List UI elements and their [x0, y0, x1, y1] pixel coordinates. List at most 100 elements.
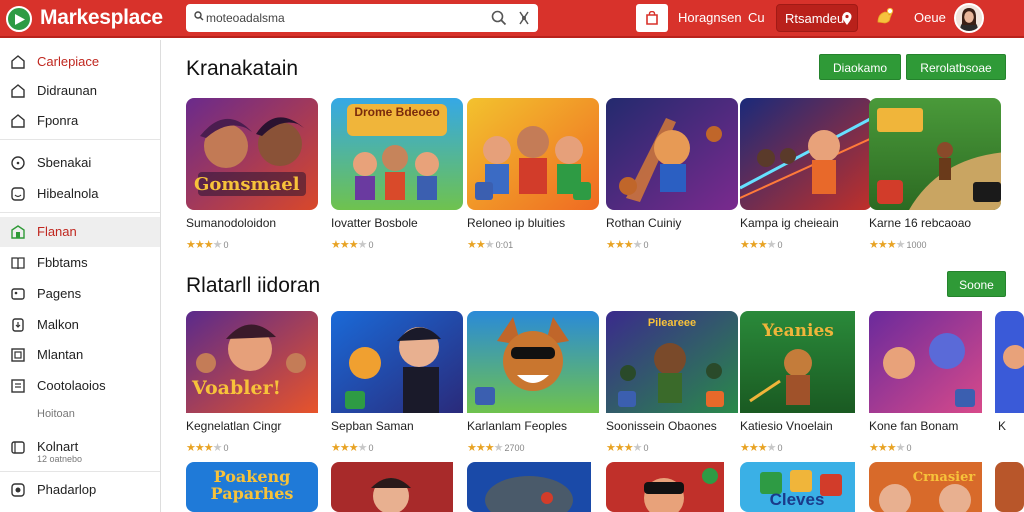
notifications-icon[interactable]	[874, 6, 896, 28]
sidebar-item-didraunan[interactable]: Didraunan	[0, 76, 160, 106]
sidebar: Carlepiace Didraunan Fponra Sbenakai Hib…	[0, 40, 161, 512]
sidebar-sub-caption: 12 oatnebo	[37, 454, 83, 464]
sidebar-item-pagens[interactable]: Pagens	[0, 279, 160, 309]
app-rating: ★★★★ 0	[740, 442, 783, 454]
app-thumbnail	[467, 311, 599, 423]
shopping-bag-icon	[646, 11, 658, 25]
app-rating: ★★★★ 0	[331, 239, 374, 251]
sidebar-item-hibealnola[interactable]: Hibealnola	[0, 179, 160, 209]
thumbnail-caption: Pileareee	[647, 317, 697, 329]
search-bar[interactable]	[186, 4, 538, 32]
section-button-soone[interactable]: Soone	[947, 271, 1006, 297]
thumbnail-caption: Drome Bdeoeo	[354, 105, 440, 119]
app-title-text: Soonissein Obaones	[606, 419, 717, 433]
app-thumbnail	[606, 462, 738, 512]
app-rating: ★★★★ 0	[186, 442, 229, 454]
sidebar-item-flanan[interactable]: Flanan	[0, 217, 160, 247]
partial-card-title: K	[998, 419, 1007, 433]
app-rating: ★★★★ 0	[186, 239, 229, 251]
app-rating: ★★★★ 1000	[869, 239, 927, 251]
app-rating: ★★★★ 0	[606, 239, 649, 251]
storefront-icon	[11, 55, 25, 69]
app-title-text: Katiesio Vnoelain	[740, 419, 833, 433]
kit-icon	[11, 441, 25, 454]
app-thumbnail: Cleves	[740, 462, 872, 512]
app-rating: ★★★ 0:01	[467, 239, 514, 251]
app-thumbnail: Poakeng Paparhes	[186, 462, 318, 512]
gallery-icon	[11, 288, 25, 300]
sidebar-item-phadarlop[interactable]: Phadarlop	[0, 475, 160, 505]
thumbnail-caption: Yeanies	[762, 321, 834, 341]
thumbnail-caption: Cleves	[769, 490, 825, 509]
sidebar-item-fponra[interactable]: Fponra	[0, 106, 160, 136]
user-name[interactable]: Oeue	[914, 10, 946, 25]
top-link-horagnsen[interactable]: Horagnsen	[678, 10, 742, 25]
list-icon	[11, 379, 25, 393]
sidebar-divider	[0, 212, 160, 213]
app-rating: ★★★★ 2700	[467, 442, 525, 454]
section-button-rerolatbsoae[interactable]: Rerolatbsoae	[906, 54, 1006, 80]
sidebar-sub-label: Hoitoan	[37, 408, 75, 420]
top-bar: Markesplace Horagnsen Cu Rtsamdeu	[0, 0, 1024, 38]
app-thumbnail: Pileareee	[606, 311, 738, 423]
sidebar-item-carlepiace[interactable]: Carlepiace	[0, 47, 160, 77]
search-input[interactable]	[206, 9, 466, 27]
sidebar-item-mlantan[interactable]: Mlantan	[0, 340, 160, 370]
thumbnail-caption: Voabler!	[192, 377, 281, 399]
app-thumbnail	[467, 98, 599, 210]
sidebar-item-sbenakai[interactable]: Sbenakai	[0, 148, 160, 178]
app-thumbnail	[869, 311, 1001, 423]
thumbnail-caption: Poakeng Paparhes	[210, 467, 294, 503]
app-thumbnail: Drome Bdeoeo	[331, 98, 463, 210]
app-title-text: Karne 16 rebcaoao	[869, 216, 972, 230]
app-thumbnail: Crnasier	[869, 462, 1001, 512]
app-rating: ★★★★ 0	[606, 442, 649, 454]
app-title-text: Rothan Cuiniy	[606, 216, 682, 230]
sidebar-item-malkon[interactable]: Malkon	[0, 310, 160, 340]
search-icon[interactable]	[490, 9, 508, 27]
section-button-diaokamo[interactable]: Diaokamo	[819, 54, 901, 80]
app-rating: ★★★★ 0	[869, 442, 912, 454]
home-icon	[11, 114, 25, 128]
app-thumbnail: Yeanies	[740, 311, 872, 423]
location-pin-icon	[842, 12, 852, 25]
app-thumbnail	[995, 462, 1024, 512]
app-thumbnail	[331, 311, 463, 423]
search-small-icon	[194, 11, 204, 21]
sidebar-divider	[0, 471, 160, 472]
play-logo-icon[interactable]	[6, 6, 32, 32]
section-title-featured: Kranakatain	[186, 57, 299, 80]
section-title-popular: Rlatarll iidoran	[186, 274, 321, 297]
store-button[interactable]	[636, 4, 668, 32]
book-icon	[11, 257, 25, 270]
top-link-cu[interactable]: Cu	[748, 10, 765, 25]
account-button[interactable]: Rtsamdeu	[776, 4, 858, 32]
account-label: Rtsamdeu	[785, 11, 845, 26]
sidebar-item-cootolaoios[interactable]: Cootolaoios	[0, 371, 160, 401]
app-rating: ★★★★ 0	[740, 239, 783, 251]
app-title[interactable]: Markesplace	[40, 6, 163, 30]
thumbnail-caption: Crnasier	[912, 470, 976, 485]
app-title-text: Sumanodoloidon	[186, 216, 277, 230]
home-icon	[11, 84, 25, 98]
app-thumbnail	[869, 98, 1001, 210]
app-title-text: Kone fan Bonam	[869, 419, 959, 433]
thumbnail-caption: Gomsmael	[194, 174, 300, 195]
app-title-text: Karlanlam Feoples	[467, 419, 568, 433]
grid-icon	[11, 348, 25, 362]
app-rating: ★★★★ 0	[331, 442, 374, 454]
user-avatar[interactable]	[954, 3, 984, 33]
sidebar-item-fbbtams[interactable]: Fbbtams	[0, 248, 160, 278]
app-thumbnail	[995, 311, 1024, 423]
sidebar-divider	[0, 139, 160, 140]
download-icon	[12, 318, 24, 332]
clock-icon	[11, 156, 25, 170]
smile-icon	[11, 187, 25, 201]
app-title-text: Reloneo ip bluities	[467, 216, 566, 230]
app-title-text: Sepban Saman	[331, 419, 414, 433]
app-title-text: Kegnelatlan Cingr	[186, 419, 282, 433]
app-thumbnail: Gomsmael	[186, 98, 318, 210]
app-thumbnail	[740, 98, 872, 210]
app-title-text: Iovatter Bosbole	[331, 216, 418, 230]
voice-search-icon[interactable]	[516, 9, 532, 27]
